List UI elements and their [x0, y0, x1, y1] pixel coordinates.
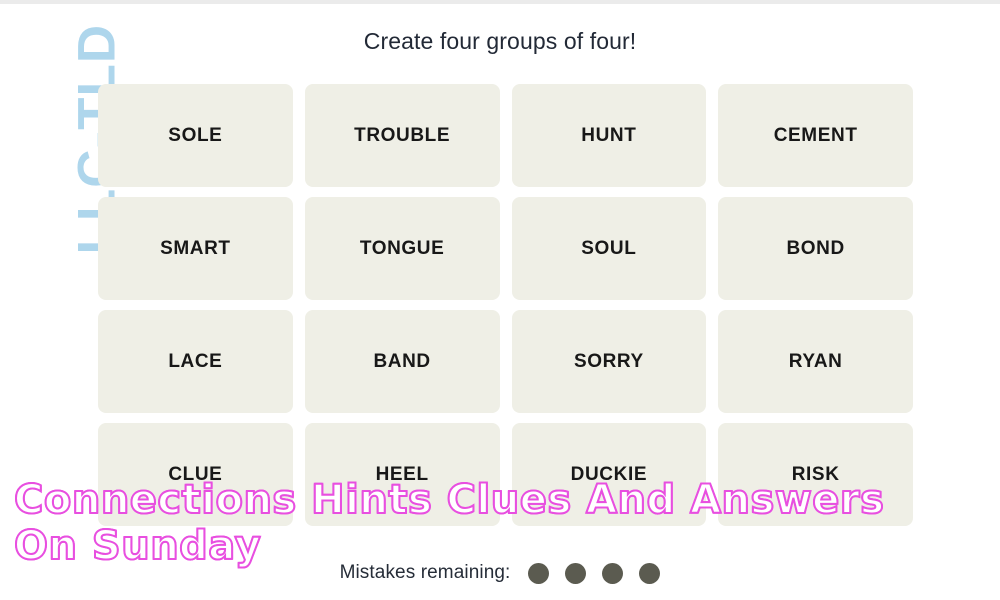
mistakes-remaining-label: Mistakes remaining: [339, 562, 511, 583]
word-tile[interactable]: HUNT [511, 84, 707, 187]
word-tile[interactable]: RYAN [718, 310, 913, 413]
mistake-dot-icon [565, 562, 587, 584]
connections-game: Create four groups of four! SOLE TROUBLE… [0, 0, 1000, 600]
word-tile[interactable]: CLUE [98, 423, 293, 526]
word-tile[interactable]: DUCKIE [511, 423, 707, 526]
word-tile[interactable]: CEMENT [718, 84, 913, 187]
word-tile[interactable]: BOND [718, 197, 913, 300]
mistake-dots [528, 562, 661, 584]
word-tile[interactable]: SOUL [511, 197, 707, 300]
word-tile[interactable]: SORRY [511, 310, 707, 413]
word-tile[interactable]: BAND [304, 310, 500, 413]
mistake-dot-icon [602, 562, 624, 584]
mistake-dot-icon [639, 562, 661, 584]
word-tile[interactable]: TONGUE [304, 197, 500, 300]
word-tile[interactable]: LACE [98, 310, 293, 413]
word-grid: SOLE TROUBLE HUNT CEMENT SMART TONGUE SO… [98, 84, 913, 526]
word-tile[interactable]: SMART [98, 197, 293, 300]
word-tile[interactable]: TROUBLE [304, 84, 500, 187]
mistakes-remaining-row: Mistakes remaining: [0, 562, 1000, 584]
word-tile[interactable]: HEEL [304, 423, 500, 526]
mistake-dot-icon [528, 562, 550, 584]
word-tile[interactable]: SOLE [98, 84, 293, 187]
page-title: Create four groups of four! [363, 28, 637, 54]
word-tile[interactable]: RISK [718, 423, 913, 526]
